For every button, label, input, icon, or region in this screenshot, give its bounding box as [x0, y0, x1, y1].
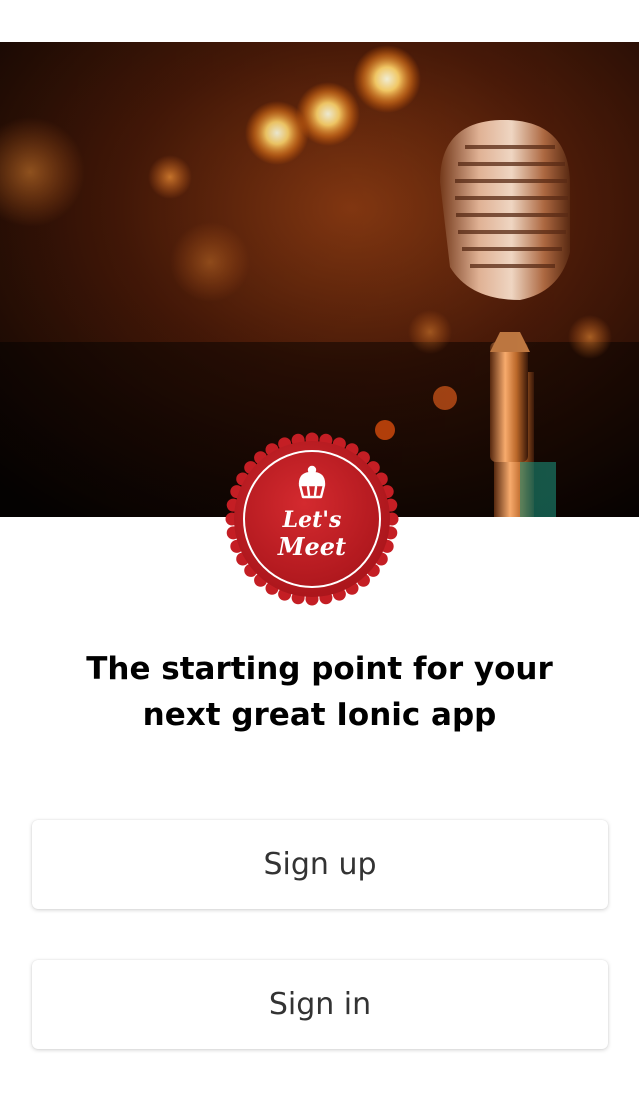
sign-in-button[interactable]: Sign in — [32, 960, 608, 1049]
badge-seal: Let's Meet — [225, 432, 399, 606]
tagline-line-2: next great Ionic app — [142, 697, 497, 733]
tagline-line-1: The starting point for your — [86, 651, 553, 687]
tagline: The starting point for your next great I… — [40, 646, 599, 738]
sign-up-button[interactable]: Sign up — [32, 820, 608, 909]
badge-line-2: Meet — [277, 532, 346, 561]
welcome-screen: Let's Meet The starting point for your n… — [0, 0, 639, 1098]
status-bar — [0, 0, 639, 42]
badge-line-1: Let's — [282, 507, 342, 533]
lets-meet-logo: Let's Meet — [224, 431, 400, 607]
